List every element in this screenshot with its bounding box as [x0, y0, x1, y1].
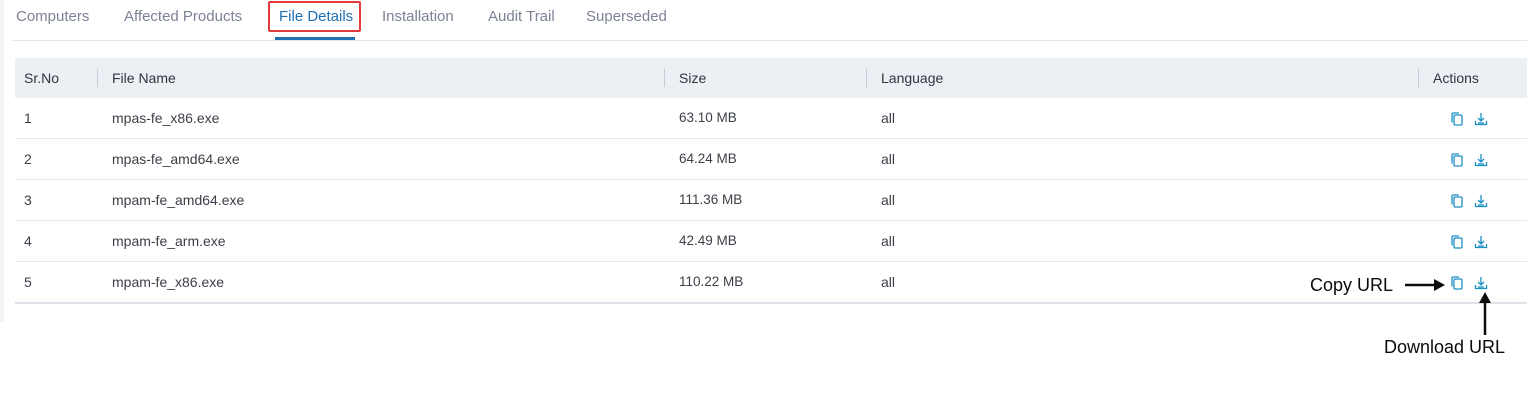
file-details-table: Sr.No File Name Size Language Actions 1 … [15, 58, 1527, 304]
active-tab-indicator [275, 37, 355, 40]
table-header: Sr.No File Name Size Language Actions [15, 58, 1527, 98]
download-icon[interactable] [1473, 193, 1489, 209]
table-row: 1 mpas-fe_x86.exe 63.10 MB all [15, 98, 1527, 139]
cell-size: 111.36 MB [679, 192, 743, 207]
arrow-up-icon [1479, 292, 1491, 335]
cell-language: all [881, 274, 896, 290]
cell-file-name: mpam-fe_amd64.exe [112, 192, 245, 208]
copy-icon[interactable] [1449, 193, 1465, 209]
table-row: 4 mpam-fe_arm.exe 42.49 MB all [15, 221, 1527, 262]
download-icon[interactable] [1473, 275, 1489, 291]
tab-computers[interactable]: Computers [16, 4, 89, 32]
header-separator[interactable] [866, 69, 867, 87]
copy-icon[interactable] [1449, 234, 1465, 250]
header-size: Size [679, 70, 707, 86]
cell-file-name: mpas-fe_x86.exe [112, 110, 220, 126]
download-icon[interactable] [1473, 111, 1489, 127]
cell-size: 42.49 MB [679, 233, 737, 248]
cell-language: all [881, 110, 896, 126]
header-sr-no: Sr.No [24, 70, 60, 86]
download-url-annotation: Download URL [1384, 337, 1506, 357]
table-row: 5 mpam-fe_x86.exe 110.22 MB all [15, 262, 1527, 304]
cell-file-name: mpas-fe_amd64.exe [112, 151, 240, 167]
arrow-right-icon [1405, 279, 1445, 291]
header-separator[interactable] [1418, 69, 1419, 87]
header-separator[interactable] [664, 69, 665, 87]
cell-size: 110.22 MB [679, 274, 744, 289]
cell-file-name: mpam-fe_arm.exe [112, 233, 226, 249]
header-file-name: File Name [112, 70, 176, 86]
copy-icon[interactable] [1449, 275, 1465, 291]
cell-sr-no: 3 [24, 192, 32, 208]
cell-sr-no: 4 [24, 233, 32, 249]
tab-bar: Computers Affected Products File Details… [12, 0, 1527, 41]
header-separator[interactable] [97, 69, 98, 87]
cell-size: 64.24 MB [679, 151, 737, 166]
cell-sr-no: 5 [24, 274, 32, 290]
tab-highlight-box [268, 1, 361, 32]
download-icon[interactable] [1473, 234, 1489, 250]
header-language: Language [881, 70, 944, 86]
copy-icon[interactable] [1449, 152, 1465, 168]
tab-audit-trail[interactable]: Audit Trail [488, 4, 555, 32]
cell-sr-no: 1 [24, 110, 32, 126]
cell-language: all [881, 233, 896, 249]
tab-installation[interactable]: Installation [382, 4, 454, 32]
table-row: 2 mpas-fe_amd64.exe 64.24 MB all [15, 139, 1527, 180]
left-panel-edge [0, 0, 4, 322]
cell-size: 63.10 MB [679, 110, 737, 125]
cell-language: all [881, 151, 896, 167]
download-icon[interactable] [1473, 152, 1489, 168]
cell-language: all [881, 192, 896, 208]
copy-icon[interactable] [1449, 111, 1465, 127]
tab-superseded[interactable]: Superseded [586, 4, 667, 32]
cell-file-name: mpam-fe_x86.exe [112, 274, 225, 290]
table-row: 3 mpam-fe_amd64.exe 111.36 MB all [15, 180, 1527, 221]
header-actions: Actions [1433, 70, 1479, 86]
tab-affected-products[interactable]: Affected Products [124, 4, 242, 32]
cell-sr-no: 2 [24, 151, 32, 167]
copy-url-annotation: Copy URL [1310, 275, 1394, 295]
